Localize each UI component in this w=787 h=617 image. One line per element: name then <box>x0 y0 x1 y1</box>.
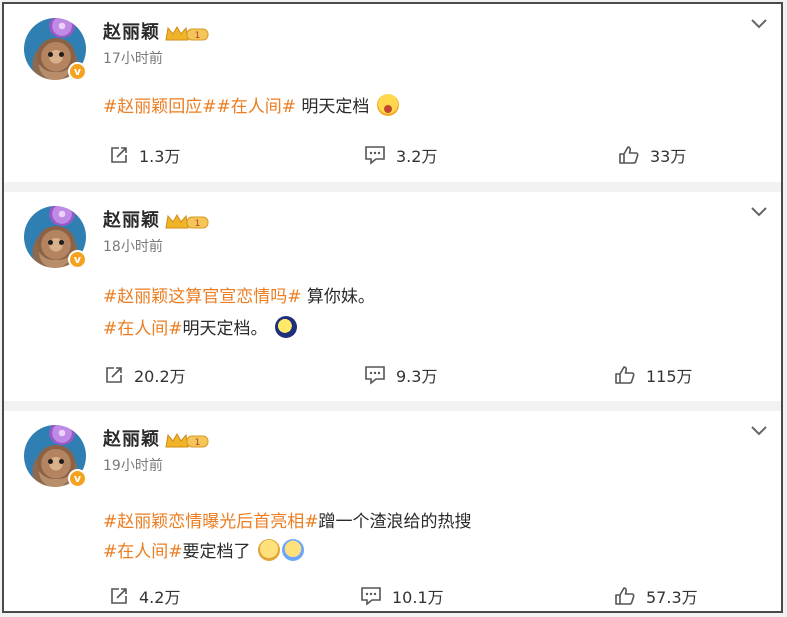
share-count: 20.2万 <box>134 367 186 386</box>
share-count: 4.2万 <box>139 588 181 607</box>
post-text-line: #赵丽颖回应##在人间# 明天定档 <box>103 92 399 117</box>
comment-count: 3.2万 <box>396 147 438 166</box>
post-text-line: #在人间#要定档了 <box>103 537 304 562</box>
chevron-down-icon[interactable] <box>749 423 769 439</box>
vip-crown-icon: 1 <box>165 25 209 41</box>
post-text-line: #赵丽颖恋情曝光后首亮相#蹭一个渣浪给的热搜 <box>103 507 472 532</box>
chevron-down-icon[interactable] <box>749 16 769 32</box>
post-text: 蹭一个渣浪给的热搜 <box>318 512 472 532</box>
topic-link[interactable]: #赵丽颖回应##在人间# <box>103 97 296 117</box>
post-text: 明天定档 <box>301 97 370 117</box>
share-icon <box>106 367 122 383</box>
share-count: 1.3万 <box>139 147 181 166</box>
flower-decoration <box>49 206 75 226</box>
verified-badge: v <box>68 62 87 81</box>
verified-badge: v <box>68 250 87 269</box>
moon-emoji-icon <box>274 316 297 338</box>
thumbs-up-icon <box>615 366 635 384</box>
comment-icon <box>365 366 385 385</box>
comment-button[interactable]: 3.2万 <box>364 142 437 168</box>
like-count: 33万 <box>650 147 687 166</box>
like-button[interactable]: 33万 <box>618 142 686 168</box>
post-text: 要定档了 <box>182 542 251 562</box>
post-card: v 赵丽颖 1 17小时前 #赵丽颖回应##在人间# 明天定档 1.3万 3.2… <box>4 4 781 182</box>
party-face-emoji-icon <box>257 539 280 561</box>
post-time: 17小时前 <box>103 51 163 67</box>
user-name[interactable]: 赵丽颖 <box>103 18 160 44</box>
celebrate-emoji-icon <box>281 539 304 561</box>
like-button[interactable]: 115万 <box>614 362 693 388</box>
share-button[interactable]: 4.2万 <box>109 583 180 609</box>
verified-badge: v <box>68 469 87 488</box>
svg-text:1: 1 <box>195 438 201 448</box>
post-text-line: #在人间#明天定档。 <box>103 314 297 339</box>
like-count: 115万 <box>646 367 693 386</box>
comment-count: 9.3万 <box>396 367 438 386</box>
post-time: 19小时前 <box>103 458 163 474</box>
thumbs-up-icon <box>615 587 635 605</box>
user-name[interactable]: 赵丽颖 <box>103 425 160 451</box>
comment-button[interactable]: 10.1万 <box>360 583 444 609</box>
topic-link[interactable]: #在人间# <box>103 542 183 562</box>
topic-link[interactable]: #赵丽颖恋情曝光后首亮相# <box>103 512 319 532</box>
share-button[interactable]: 1.3万 <box>109 142 180 168</box>
post-text-line: #赵丽颖这算官宣恋情吗# 算你妹。 <box>103 282 375 307</box>
post-card: v 赵丽颖 1 19小时前 #赵丽颖恋情曝光后首亮相#蹭一个渣浪给的热搜 #在人… <box>4 411 781 611</box>
comment-icon <box>365 146 385 165</box>
comment-button[interactable]: 9.3万 <box>364 362 437 388</box>
like-count: 57.3万 <box>646 588 698 607</box>
comment-count: 10.1万 <box>392 588 444 607</box>
topic-link[interactable]: #在人间# <box>103 319 183 339</box>
post-time: 18小时前 <box>103 239 163 255</box>
action-bar: 4.2万 10.1万 57.3万 <box>4 583 781 609</box>
user-name[interactable]: 赵丽颖 <box>103 206 160 232</box>
vip-crown-icon: 1 <box>165 213 209 229</box>
svg-text:1: 1 <box>195 219 201 229</box>
share-icon <box>111 147 127 163</box>
chevron-down-icon[interactable] <box>749 204 769 220</box>
topic-link[interactable]: #赵丽颖这算官宣恋情吗# <box>103 287 302 307</box>
shocked-face-emoji-icon <box>376 94 399 116</box>
comment-icon <box>361 587 381 606</box>
action-bar: 20.2万 9.3万 115万 <box>4 362 781 388</box>
vip-crown-icon: 1 <box>165 432 209 448</box>
post-text: 算你妹。 <box>306 287 375 307</box>
post-text: 明天定档。 <box>182 319 268 339</box>
share-button[interactable]: 20.2万 <box>104 362 186 388</box>
like-button[interactable]: 57.3万 <box>614 583 698 609</box>
thumbs-up-icon <box>619 146 639 164</box>
flower-decoration <box>49 425 75 445</box>
share-icon <box>111 588 127 604</box>
svg-text:1: 1 <box>195 31 201 41</box>
flower-decoration <box>49 18 75 38</box>
action-bar: 1.3万 3.2万 33万 <box>4 142 781 168</box>
weibo-feed: v 赵丽颖 1 17小时前 #赵丽颖回应##在人间# 明天定档 1.3万 3.2… <box>2 2 783 613</box>
post-card: v 赵丽颖 1 18小时前 #赵丽颖这算官宣恋情吗# 算你妹。 #在人间#明天定… <box>4 192 781 401</box>
